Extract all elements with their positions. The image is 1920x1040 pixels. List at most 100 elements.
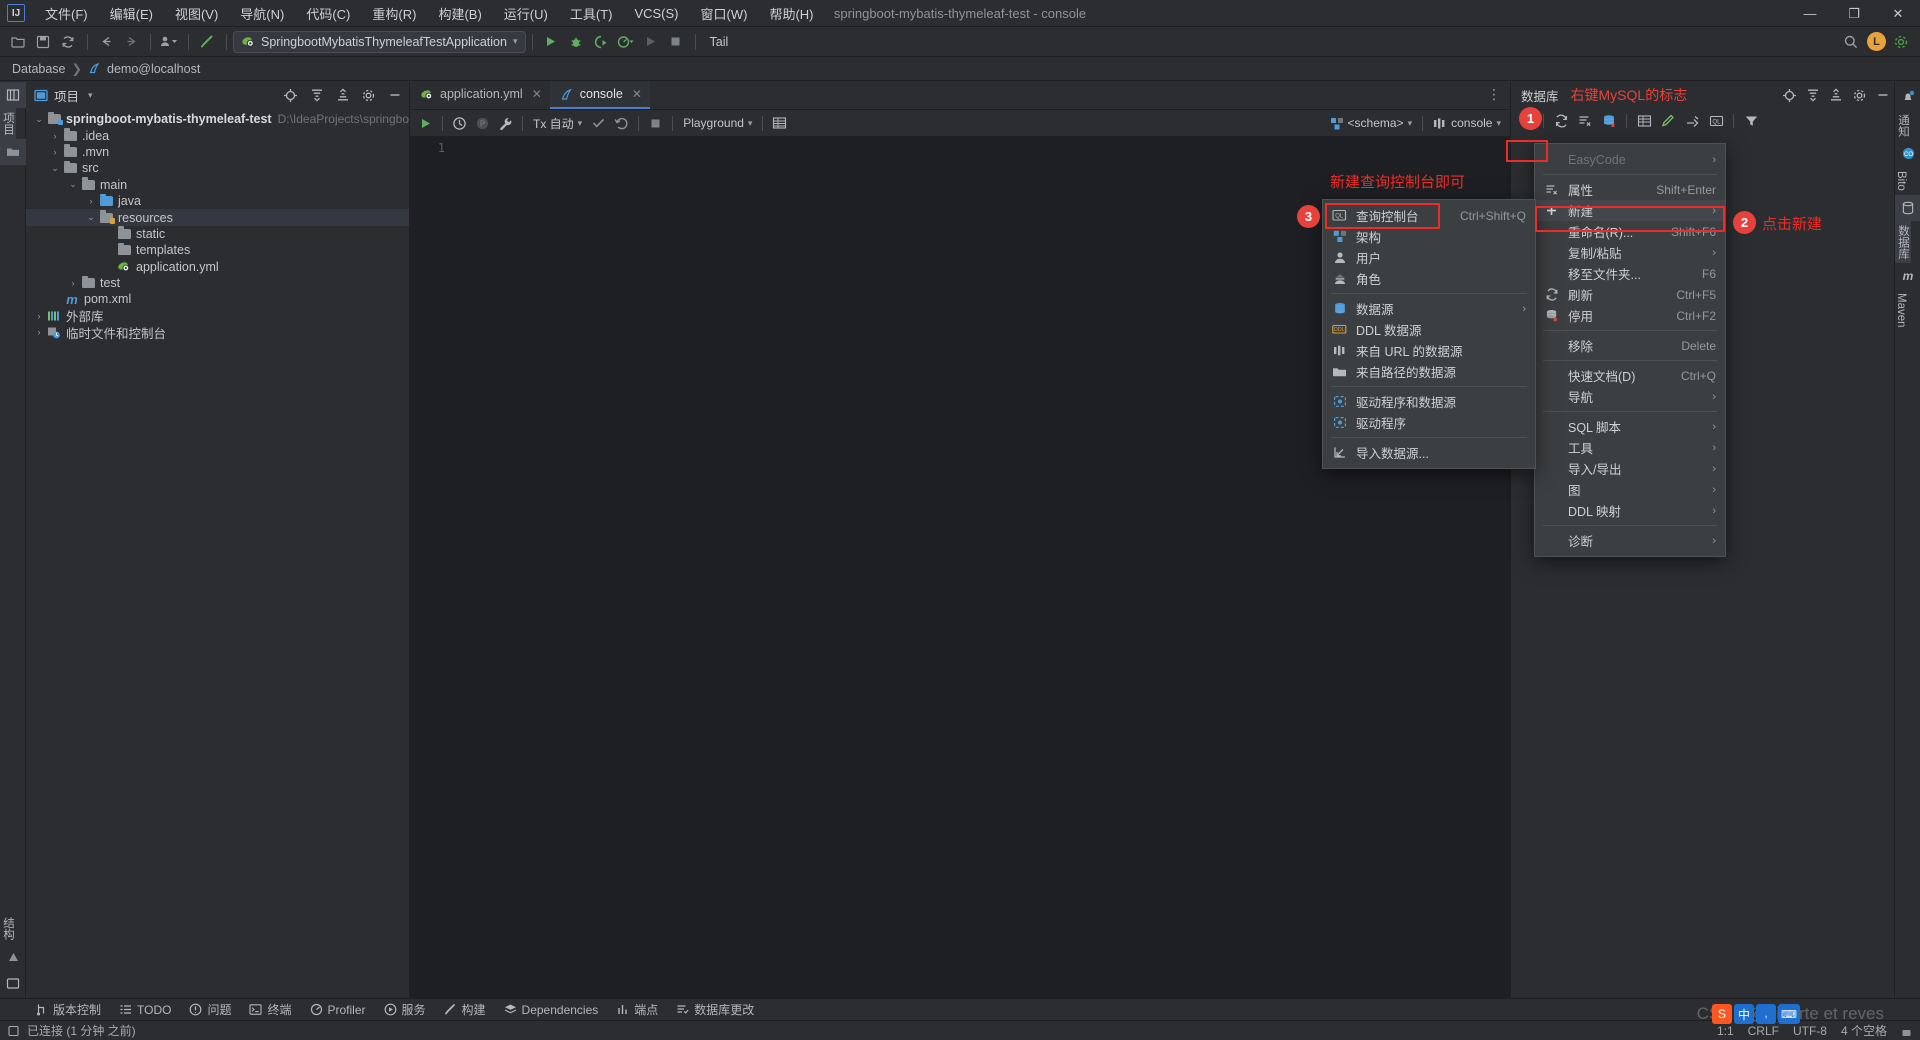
menu-view[interactable]: 视图(V) bbox=[164, 1, 229, 26]
execute-query-icon[interactable] bbox=[414, 113, 437, 134]
schema-selector[interactable]: Playground ▾ bbox=[678, 114, 757, 132]
chevron-icon[interactable]: › bbox=[66, 278, 80, 288]
sidebar-item-database[interactable]: 数据库 bbox=[1895, 220, 1911, 264]
edit-icon[interactable] bbox=[1657, 111, 1679, 131]
refresh-icon[interactable] bbox=[1550, 111, 1572, 131]
tree-node-src[interactable]: ⌄ src bbox=[26, 160, 409, 176]
jump-to-icon[interactable] bbox=[1681, 111, 1703, 131]
menu-item-ddl-mapping[interactable]: DDL 映射 › bbox=[1535, 500, 1725, 521]
sogou-icon[interactable]: S bbox=[1712, 1004, 1732, 1024]
tool-button-services[interactable]: 服务 bbox=[375, 999, 435, 1020]
chevron-icon[interactable]: › bbox=[48, 147, 62, 157]
caret-position[interactable]: 1:1 bbox=[1717, 1024, 1734, 1038]
menu-vcs[interactable]: VCS(S) bbox=[623, 3, 689, 24]
rollback-icon[interactable] bbox=[610, 113, 633, 134]
stop-icon[interactable] bbox=[644, 113, 667, 134]
commit-check-icon[interactable] bbox=[587, 113, 610, 134]
menu-item-tools[interactable]: 工具 › bbox=[1535, 437, 1725, 458]
tree-node-static[interactable]: static bbox=[26, 226, 409, 242]
tool-button-problems[interactable]: 问题 bbox=[180, 999, 240, 1020]
tool-button-dependencies[interactable]: Dependencies bbox=[495, 1001, 608, 1019]
tool-button-terminal[interactable]: 终端 bbox=[240, 999, 300, 1020]
run-configuration-selector[interactable]: SpringbootMybatisThymeleafTestApplicatio… bbox=[233, 30, 526, 53]
open-folder-icon[interactable] bbox=[6, 31, 30, 53]
menu-item-remove[interactable]: 移除 Delete bbox=[1535, 335, 1725, 356]
tree-node-application-yml[interactable]: application.yml bbox=[26, 259, 409, 275]
expand-all-icon[interactable] bbox=[308, 87, 325, 104]
project-icon[interactable] bbox=[0, 82, 26, 108]
forward-arrow-icon[interactable] bbox=[119, 31, 143, 53]
profile-button[interactable] bbox=[614, 31, 638, 53]
menu-item-role[interactable]: 角色 bbox=[1323, 268, 1535, 289]
menu-item-query-console[interactable]: QL 查询控制台 Ctrl+Shift+Q bbox=[1323, 205, 1535, 226]
filter-icon[interactable] bbox=[1740, 111, 1762, 131]
menu-item-import-export[interactable]: 导入/导出 › bbox=[1535, 458, 1725, 479]
menu-item-rename[interactable]: 重命名(R)... Shift+F6 bbox=[1535, 221, 1725, 242]
locate-icon[interactable] bbox=[1782, 88, 1797, 103]
schema-chip[interactable]: <schema> ▾ bbox=[1325, 114, 1418, 132]
properties-icon[interactable] bbox=[1574, 111, 1596, 131]
menu-refactor[interactable]: 重构(R) bbox=[361, 1, 427, 26]
menu-item-properties[interactable]: 属性 Shift+Enter bbox=[1535, 179, 1725, 200]
sync-icon[interactable] bbox=[56, 31, 80, 53]
query-console-icon[interactable]: QL bbox=[1705, 111, 1727, 131]
terminal-icon[interactable] bbox=[0, 970, 26, 996]
sidebar-item-notifications[interactable]: 通知 bbox=[1895, 110, 1911, 141]
chevron-icon[interactable]: › bbox=[32, 311, 46, 321]
chevron-icon[interactable]: ⌄ bbox=[66, 179, 80, 190]
expand-all-icon[interactable] bbox=[1806, 88, 1820, 102]
menu-item-diagnostics[interactable]: 诊断 › bbox=[1535, 530, 1725, 551]
build-hammer-icon[interactable] bbox=[195, 31, 219, 53]
save-icon[interactable] bbox=[31, 31, 55, 53]
stop-button[interactable] bbox=[664, 31, 688, 53]
menu-item-drivers-and-data-sources[interactable]: 驱动程序和数据源 bbox=[1323, 391, 1535, 412]
chevron-down-icon[interactable]: ▾ bbox=[88, 90, 93, 101]
settings-gear-icon[interactable] bbox=[1889, 31, 1913, 53]
tree-node-templates[interactable]: templates bbox=[26, 242, 409, 258]
chevron-icon[interactable]: ⌄ bbox=[48, 163, 62, 174]
tab-application-yml[interactable]: application.yml ✕ bbox=[410, 81, 550, 109]
menu-item-schema[interactable]: 架构 bbox=[1323, 226, 1535, 247]
gear-icon[interactable] bbox=[360, 87, 377, 104]
tool-button-profiler[interactable]: Profiler bbox=[301, 1001, 375, 1019]
database-icon[interactable] bbox=[1895, 194, 1920, 221]
punctuation-icon[interactable]: , bbox=[1756, 1004, 1776, 1024]
tree-node-java[interactable]: › java bbox=[26, 193, 409, 209]
menu-item-copy-paste[interactable]: 复制/粘贴 › bbox=[1535, 242, 1725, 263]
minimize-button[interactable]: — bbox=[1788, 0, 1832, 27]
wrench-icon[interactable] bbox=[494, 113, 517, 134]
debug-button[interactable] bbox=[564, 31, 588, 53]
grid-icon[interactable] bbox=[768, 113, 791, 134]
tree-node-external-libraries[interactable]: › 外部库 bbox=[26, 308, 409, 324]
menu-navigate[interactable]: 导航(N) bbox=[229, 1, 295, 26]
menu-item-user[interactable]: 用户 bbox=[1323, 247, 1535, 268]
keyboard-icon[interactable]: ⌨ bbox=[1778, 1004, 1800, 1024]
bito-icon[interactable]: CO bbox=[1895, 141, 1920, 167]
profile-dropdown-icon[interactable] bbox=[157, 31, 181, 53]
menu-tools[interactable]: 工具(T) bbox=[559, 1, 624, 26]
tree-node-scratches[interactable]: › 临时文件和控制台 bbox=[26, 324, 409, 341]
menu-window[interactable]: 窗口(W) bbox=[690, 1, 759, 26]
menu-run[interactable]: 运行(U) bbox=[493, 1, 559, 26]
run-with-coverage-button[interactable] bbox=[589, 31, 613, 53]
tree-node-idea[interactable]: › .idea bbox=[26, 127, 409, 143]
tool-button-endpoints[interactable]: 端点 bbox=[607, 999, 667, 1020]
history-icon[interactable] bbox=[448, 113, 471, 134]
chevron-icon[interactable]: › bbox=[32, 327, 46, 337]
close-icon[interactable]: ✕ bbox=[532, 87, 542, 101]
chevron-down-icon[interactable]: ▾ bbox=[748, 118, 753, 129]
tree-node-project-root[interactable]: ⌄ springboot-mybatis-thymeleaf-test D:\I… bbox=[26, 111, 409, 127]
lock-icon[interactable] bbox=[1901, 1025, 1912, 1037]
avatar[interactable]: L bbox=[1867, 32, 1886, 51]
chinese-mode-icon[interactable]: 中 bbox=[1734, 1004, 1754, 1024]
tree-node-test[interactable]: › test bbox=[26, 275, 409, 291]
menu-item-driver[interactable]: 驱动程序 bbox=[1323, 412, 1535, 433]
menu-item-refresh[interactable]: 刷新 Ctrl+F5 bbox=[1535, 284, 1725, 305]
tree-node-mvn[interactable]: › .mvn bbox=[26, 144, 409, 160]
back-arrow-icon[interactable] bbox=[94, 31, 118, 53]
tool-button-database-changes[interactable]: 数据库更改 bbox=[667, 999, 763, 1020]
tree-node-resources[interactable]: ⌄ resources bbox=[26, 209, 409, 226]
chevron-icon[interactable]: › bbox=[84, 196, 98, 206]
tree-node-main[interactable]: ⌄ main bbox=[26, 177, 409, 193]
chevron-icon[interactable]: › bbox=[48, 131, 62, 141]
